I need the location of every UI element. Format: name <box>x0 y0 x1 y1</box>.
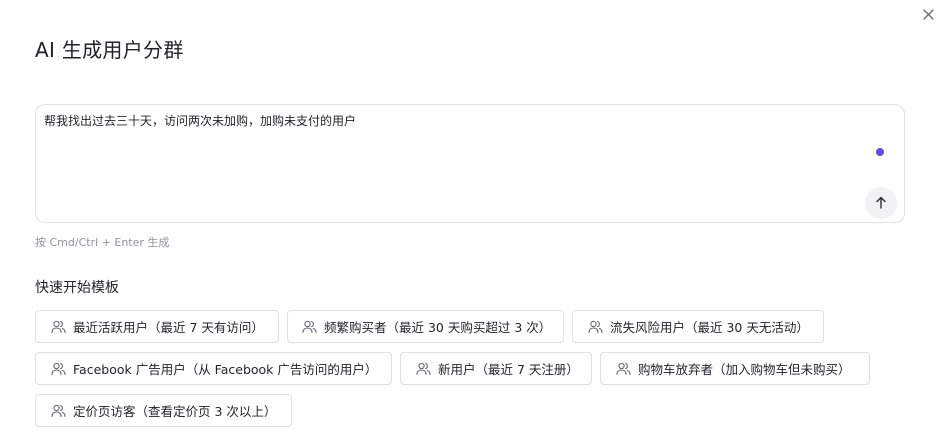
template-chip[interactable]: 流失风险用户（最近 30 天无活动） <box>572 310 824 343</box>
template-label: 新用户（最近 7 天注册） <box>438 362 579 377</box>
prompt-box: 帮我找出过去三十天，访问两次未加购，加购未支付的用户 <box>35 104 905 223</box>
template-label: 频繁购买者（最近 30 天购买超过 3 次） <box>324 320 552 335</box>
ai-segment-dialog: AI 生成用户分群 帮我找出过去三十天，访问两次未加购，加购未支付的用户 按 C… <box>0 0 939 446</box>
status-indicator <box>876 148 884 156</box>
template-label: 流失风险用户（最近 30 天无活动） <box>610 320 809 335</box>
template-chip[interactable]: 购物车放弃者（加入购物车但未购买） <box>600 352 870 385</box>
template-chip[interactable]: 最近活跃用户（最近 7 天有访问） <box>35 310 279 343</box>
users-icon <box>615 361 631 377</box>
template-chip[interactable]: 定价页访客（查看定价页 3 次以上） <box>35 394 292 427</box>
users-icon <box>50 361 66 377</box>
send-button[interactable] <box>865 187 897 219</box>
templates-title: 快速开始模板 <box>35 280 119 296</box>
arrow-up-icon <box>875 194 887 213</box>
template-label: 定价页访客（查看定价页 3 次以上） <box>73 404 277 419</box>
generate-hint: 按 Cmd/Ctrl + Enter 生成 <box>35 236 170 249</box>
template-chip[interactable]: 新用户（最近 7 天注册） <box>400 352 592 385</box>
template-label: 购物车放弃者（加入购物车但未购买） <box>638 362 851 377</box>
users-icon <box>587 319 603 335</box>
users-icon <box>50 319 66 335</box>
prompt-input[interactable]: 帮我找出过去三十天，访问两次未加购，加购未支付的用户 <box>44 113 844 203</box>
template-label: Facebook 广告用户（从 Facebook 广告访问的用户） <box>73 362 378 377</box>
close-button[interactable] <box>918 4 938 24</box>
dialog-title: AI 生成用户分群 <box>35 38 184 62</box>
template-chip[interactable]: 频繁购买者（最近 30 天购买超过 3 次） <box>287 310 564 343</box>
users-icon <box>415 361 431 377</box>
template-chip[interactable]: Facebook 广告用户（从 Facebook 广告访问的用户） <box>35 352 392 385</box>
template-label: 最近活跃用户（最近 7 天有访问） <box>73 320 264 335</box>
close-icon <box>922 5 934 24</box>
users-icon <box>302 319 317 335</box>
users-icon <box>50 403 66 419</box>
